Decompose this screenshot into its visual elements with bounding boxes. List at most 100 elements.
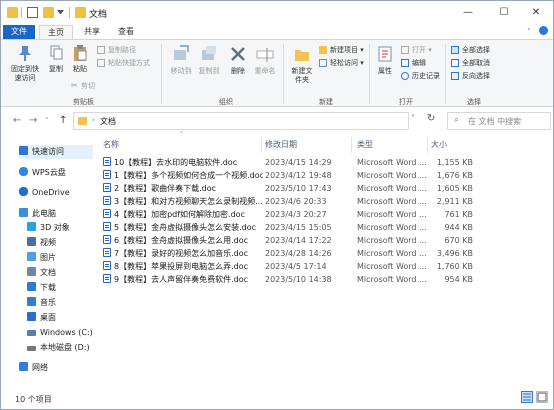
group-separator [161, 44, 162, 104]
properties-icon [378, 46, 392, 62]
copy-button[interactable]: 复制 [45, 44, 67, 74]
maximize-button[interactable]: ☐ [487, 1, 521, 25]
back-arrow-icon[interactable]: ← [13, 115, 21, 126]
file-row[interactable]: 10【教程】去水印的电脑软件.doc 2023/4/15 14:29 Microso… [99, 156, 539, 169]
sidebar-item-videos[interactable]: 视频 [27, 236, 56, 250]
easy-access-button[interactable]: 轻松访问 ▾ [319, 59, 364, 68]
vertical-scrollbar[interactable] [547, 131, 553, 389]
paste-button[interactable]: 粘贴 [69, 44, 91, 74]
large-icons-view-button[interactable] [536, 391, 548, 403]
customize-toolbar-icon[interactable] [57, 10, 64, 15]
file-row[interactable]: 7【教程】录好的视频怎么加音乐.doc 2023/4/28 14:26 Micros… [99, 247, 539, 260]
sidebar-item-onedrive[interactable]: OneDrive [19, 186, 70, 200]
file-row[interactable]: 6【教程】金舟虚拟摄像头怎么用.doc 2023/4/14 17:22 Micros… [99, 234, 539, 247]
copy-to-icon [202, 46, 216, 60]
file-row[interactable]: 4【教程】加密pdf如何解除加密.doc 2023/4/3 20:27 Micros… [99, 208, 539, 221]
word-document-icon [103, 222, 111, 231]
select-all-button[interactable]: 全部选择 [451, 46, 490, 55]
file-row[interactable]: 1【教程】多个视频如何合成一个视频.doc 2023/4/12 19:48 Micr… [99, 169, 539, 182]
star-icon [19, 146, 28, 155]
sidebar-item-network[interactable]: 网络 [19, 361, 48, 375]
picture-icon [27, 252, 36, 261]
column-divider[interactable] [261, 137, 262, 153]
sidebar-item-this-pc[interactable]: 此电脑 [19, 207, 56, 221]
sidebar-item-downloads[interactable]: 下载 [27, 281, 56, 295]
pin-quick-access-button[interactable]: 固定到快速访问 [7, 44, 43, 83]
ribbon-collapse-icon[interactable]: ˅ [527, 28, 531, 36]
minimize-button[interactable]: — [451, 1, 485, 25]
rename-button[interactable]: 重命名 [251, 44, 279, 76]
tab-file[interactable]: 文件 [3, 25, 35, 39]
sidebar-item-drive-c[interactable]: Windows (C:) [27, 326, 93, 340]
tab-share[interactable]: 共享 [75, 25, 109, 39]
folder-icon [78, 117, 87, 125]
sidebar-item-wps-cloud[interactable]: WPS云盘 [19, 166, 66, 180]
sidebar-item-3d-objects[interactable]: 3D 对象 [27, 221, 70, 235]
address-dropdown-icon[interactable]: ˅ [411, 114, 415, 123]
cloud-icon [19, 167, 28, 176]
file-row[interactable]: 3【教程】和对方视频聊天怎么录制视频.... 2023/4/6 20:33 Micr… [99, 195, 539, 208]
file-row[interactable]: 8【教程】苹果投屏到电脑怎么弄.doc 2023/4/5 17:14 Microso… [99, 260, 539, 273]
word-document-icon [103, 196, 111, 205]
recent-locations-icon[interactable]: ˅ [45, 117, 49, 125]
navigation-pane: 快速访问 WPS云盘 OneDrive 此电脑 3D 对象 视频 图片 文档 下… [1, 137, 97, 387]
paste-shortcut-button[interactable]: 粘贴快捷方式 [97, 59, 150, 68]
copy-path-button[interactable]: 复制路径 [97, 46, 136, 55]
file-row[interactable]: 9【教程】去人声留伴奏免费软件.doc 2023/5/10 14:38 Micros… [99, 273, 539, 286]
large-icons-view-icon [537, 392, 547, 402]
new-item-icon [319, 46, 327, 54]
file-row[interactable]: 2【教程】歌曲伴奏下载.doc 2023/5/10 17:43 Microsoft … [99, 182, 539, 195]
properties-quick-icon[interactable] [27, 7, 38, 18]
invert-selection-icon [451, 72, 459, 80]
new-item-button[interactable]: 新建项目 ▾ [319, 46, 364, 55]
word-document-icon [103, 209, 111, 218]
close-button[interactable]: ✕ [519, 1, 553, 25]
desktop-icon [27, 312, 36, 321]
edit-button[interactable]: 编辑 [401, 59, 426, 68]
ribbon-tabs: 文件 主页 共享 查看 ˅ [1, 25, 553, 39]
tab-view[interactable]: 查看 [109, 25, 143, 39]
folder-icon [7, 7, 18, 18]
computer-icon [19, 208, 28, 217]
separator [21, 7, 22, 18]
address-bar[interactable]: › 文档 [73, 112, 409, 130]
up-arrow-icon[interactable]: ↑ [59, 115, 67, 126]
tab-home[interactable]: 主页 [39, 25, 73, 39]
column-header-name[interactable]: 名称 [103, 137, 119, 153]
delete-button[interactable]: 删除 [225, 44, 251, 76]
cut-button[interactable]: ✂ 剪切 [71, 82, 95, 91]
sidebar-item-quick-access[interactable]: 快速访问 [19, 145, 93, 159]
sidebar-item-pictures[interactable]: 图片 [27, 251, 56, 265]
copy-icon [50, 45, 63, 60]
separator [69, 7, 70, 18]
sidebar-item-desktop[interactable]: 桌面 [27, 311, 56, 325]
sidebar-item-music[interactable]: 音乐 [27, 296, 56, 310]
column-header-type[interactable]: 类型 [357, 137, 373, 153]
help-icon[interactable] [539, 26, 548, 35]
sidebar-item-documents[interactable]: 文档 [27, 266, 56, 280]
properties-button[interactable]: 属性 [373, 44, 397, 76]
search-box[interactable]: ⌕ 在 文档 中搜索 [447, 112, 551, 130]
column-divider[interactable] [351, 137, 352, 153]
title-bar: 文档 — ☐ ✕ [1, 1, 553, 25]
select-none-button[interactable]: 全部取消 [451, 59, 490, 68]
new-folder-quick-icon[interactable] [43, 7, 54, 18]
open-button[interactable]: 打开 ▾ [401, 46, 432, 55]
column-header-size[interactable]: 大小 [431, 137, 447, 153]
invert-selection-button[interactable]: 反向选择 [451, 72, 490, 81]
address-path[interactable]: 文档 [100, 116, 116, 127]
file-row[interactable]: 5【教程】金舟虚拟摄像头怎么安装.doc 2023/4/15 15:05 Micro… [99, 221, 539, 234]
column-header-date[interactable]: 修改日期 [265, 137, 297, 153]
history-button[interactable]: 历史记录 [401, 72, 440, 81]
details-view-button[interactable] [521, 391, 533, 403]
forward-arrow-icon[interactable]: → [29, 115, 37, 126]
copy-to-button[interactable]: 复制到 [195, 44, 223, 76]
word-document-icon [103, 248, 111, 257]
sidebar-item-drive-d[interactable]: 本地磁盘 (D:) [27, 341, 90, 355]
new-folder-button[interactable]: 新建文件夹 [287, 44, 317, 85]
column-divider[interactable] [427, 137, 428, 153]
search-placeholder: 在 文档 中搜索 [468, 117, 522, 126]
refresh-icon[interactable]: ↻ [427, 113, 435, 124]
edit-icon [401, 59, 409, 67]
move-to-button[interactable]: 移动到 [167, 44, 195, 76]
